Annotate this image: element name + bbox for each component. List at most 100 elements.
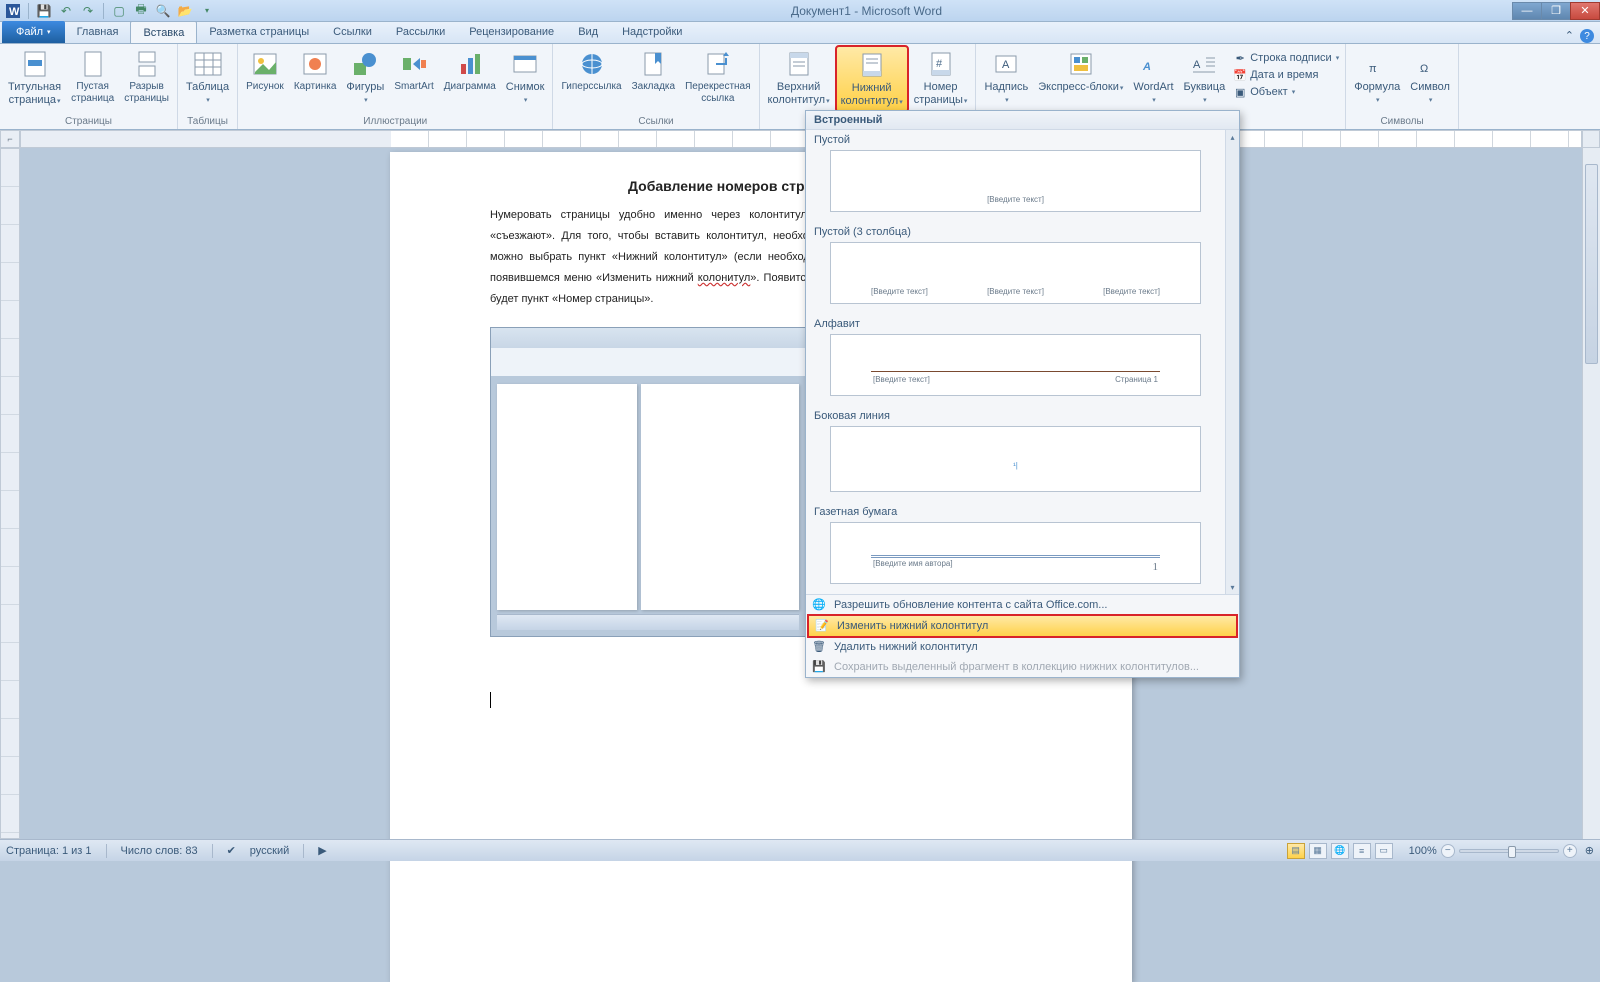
group-pages: Титульная страница▾ Пустая страница Разр…	[0, 44, 178, 129]
word-icon: W	[4, 2, 22, 20]
quickparts-button[interactable]: Экспресс-блоки▾	[1034, 46, 1127, 97]
pagenumber-button[interactable]: #Номер страницы▾	[910, 46, 972, 110]
hyperlink-button[interactable]: Гиперссылка	[557, 46, 625, 95]
text-cursor	[490, 692, 491, 708]
redo-icon[interactable]: ↷	[79, 2, 97, 20]
dd-item-alphabet[interactable]: Алфавит	[806, 314, 1225, 332]
wordart-button[interactable]: AWordArt▾	[1129, 46, 1177, 109]
svg-text:W: W	[9, 6, 20, 18]
undo-icon[interactable]: ↶	[57, 2, 75, 20]
ruler-toggle[interactable]	[1582, 130, 1600, 148]
zoom-out-button[interactable]: −	[1441, 844, 1455, 858]
symbol-button[interactable]: ΩСимвол▾	[1406, 46, 1454, 109]
dd-item-blank[interactable]: Пустой	[806, 130, 1225, 148]
print-icon[interactable]: 🖶	[132, 2, 150, 20]
tab-home[interactable]: Главная	[65, 21, 131, 43]
view-draft[interactable]: ▭	[1375, 843, 1393, 859]
minimize-button[interactable]: —	[1512, 2, 1542, 20]
tab-references[interactable]: Ссылки	[321, 21, 384, 43]
datetime-button[interactable]: 📅Дата и время	[1231, 67, 1341, 83]
zoom-fit-icon[interactable]: ⊕	[1585, 844, 1594, 857]
new-icon[interactable]: ▢	[110, 2, 128, 20]
table-button[interactable]: Таблица▾	[182, 46, 233, 109]
window-buttons: — ❐ ✕	[1513, 2, 1600, 20]
shapes-button[interactable]: Фигуры▾	[342, 46, 388, 109]
dd-preview-newspaper[interactable]: [Введите имя автора] 1	[830, 522, 1201, 584]
svg-text:#: #	[936, 58, 943, 70]
svg-text:A: A	[1193, 59, 1201, 71]
equation-button[interactable]: πФормула▾	[1350, 46, 1404, 109]
status-page[interactable]: Страница: 1 из 1	[6, 845, 92, 857]
dropdown-scrollbar[interactable]: ▴▾	[1225, 130, 1239, 594]
dd-item-newspaper[interactable]: Газетная бумага	[806, 502, 1225, 520]
header-button[interactable]: Верхний колонтитул▾	[764, 46, 834, 110]
dd-preview-blank3[interactable]: [Введите текст] [Введите текст] [Введите…	[830, 242, 1201, 304]
tab-review[interactable]: Рецензирование	[457, 21, 566, 43]
quick-access-toolbar: W 💾 ↶ ↷ ▢ 🖶 🔍 📂 ▾	[0, 2, 220, 20]
zoom-value[interactable]: 100%	[1409, 845, 1437, 857]
group-symbols: πФормула▾ ΩСимвол▾ Символы	[1346, 44, 1459, 129]
dd-preview-alphabet[interactable]: [Введите текст] Страница 1	[830, 334, 1201, 396]
group-label-illus: Иллюстрации	[242, 115, 548, 129]
ribbon-tabs: Файл▾ Главная Вставка Разметка страницы …	[0, 22, 1600, 44]
chart-button[interactable]: Диаграмма	[440, 46, 500, 95]
preview-icon[interactable]: 🔍	[154, 2, 172, 20]
status-proof-icon[interactable]: ✔	[227, 844, 236, 857]
screenshot-button[interactable]: Снимок▾	[502, 46, 549, 109]
dd-item-blank3[interactable]: Пустой (3 столбца)	[806, 222, 1225, 240]
picture-button[interactable]: Рисунок	[242, 46, 288, 95]
tab-layout[interactable]: Разметка страницы	[197, 21, 321, 43]
dd-menu-delete[interactable]: 🗑Удалить нижний колонтитул	[806, 637, 1239, 657]
view-web[interactable]: 🌐	[1331, 843, 1349, 859]
horizontal-ruler[interactable]	[20, 130, 1582, 148]
open-icon[interactable]: 📂	[176, 2, 194, 20]
group-label-tables: Таблицы	[182, 115, 233, 129]
object-button[interactable]: ▣Объект▾	[1231, 84, 1341, 100]
signature-line-button[interactable]: ✒Строка подписи▾	[1231, 50, 1341, 66]
bookmark-button[interactable]: Закладка	[628, 46, 679, 95]
footer-button[interactable]: Нижний колонтитул▾	[836, 46, 908, 112]
save-icon[interactable]: 💾	[35, 2, 53, 20]
clipart-button[interactable]: Картинка	[290, 46, 341, 95]
crossref-button[interactable]: Перекрестная ссылка	[681, 46, 754, 107]
zoom-in-button[interactable]: +	[1563, 844, 1577, 858]
dd-menu-office[interactable]: 🌐Разрешить обновление контента с сайта O…	[806, 595, 1239, 615]
zoom-slider[interactable]	[1459, 849, 1559, 853]
vertical-scrollbar[interactable]	[1582, 148, 1600, 839]
page-break-button[interactable]: Разрыв страницы	[120, 46, 173, 107]
tab-view[interactable]: Вид	[566, 21, 610, 43]
dd-menu-edit[interactable]: 📝Изменить нижний колонтитул	[808, 615, 1237, 637]
ribbon-minimize-icon[interactable]: ⌃	[1565, 29, 1574, 43]
svg-text:A: A	[1002, 59, 1010, 71]
footer-dropdown: Встроенный Пустой [Введите текст] Пустой…	[805, 110, 1240, 678]
view-print-layout[interactable]: ▤	[1287, 843, 1305, 859]
dd-preview-blank[interactable]: [Введите текст]	[830, 150, 1201, 212]
dropcap-button[interactable]: AБуквица▾	[1180, 46, 1230, 109]
status-macro-icon[interactable]: ▶	[318, 844, 326, 857]
maximize-button[interactable]: ❐	[1541, 2, 1571, 20]
dd-item-sideline[interactable]: Боковая линия	[806, 406, 1225, 424]
cover-page-button[interactable]: Титульная страница▾	[4, 46, 65, 110]
tab-addins[interactable]: Надстройки	[610, 21, 694, 43]
ruler-corner[interactable]: ⌐	[0, 130, 20, 148]
help-icon[interactable]: ?	[1580, 29, 1594, 43]
textbox-button[interactable]: AНадпись▾	[980, 46, 1032, 109]
vertical-ruler[interactable]	[0, 148, 20, 839]
group-label-links: Ссылки	[557, 115, 754, 129]
blank-page-button[interactable]: Пустая страница	[67, 46, 118, 107]
tab-mailings[interactable]: Рассылки	[384, 21, 457, 43]
dd-preview-sideline[interactable]: ¹|	[830, 426, 1201, 492]
status-language[interactable]: русский	[250, 845, 289, 857]
window-title: Документ1 - Microsoft Word	[220, 4, 1513, 18]
status-words[interactable]: Число слов: 83	[121, 845, 198, 857]
view-outline[interactable]: ≡	[1353, 843, 1371, 859]
qat-more-icon[interactable]: ▾	[198, 2, 216, 20]
group-label-pages: Страницы	[4, 115, 173, 129]
tab-insert[interactable]: Вставка	[130, 21, 197, 43]
status-bar: Страница: 1 из 1 Число слов: 83 ✔ русски…	[0, 839, 1600, 861]
file-tab[interactable]: Файл▾	[2, 21, 65, 43]
smartart-button[interactable]: SmartArt	[390, 46, 437, 95]
svg-text:π: π	[1369, 63, 1377, 75]
view-fullscreen[interactable]: ▦	[1309, 843, 1327, 859]
close-button[interactable]: ✕	[1570, 2, 1600, 20]
